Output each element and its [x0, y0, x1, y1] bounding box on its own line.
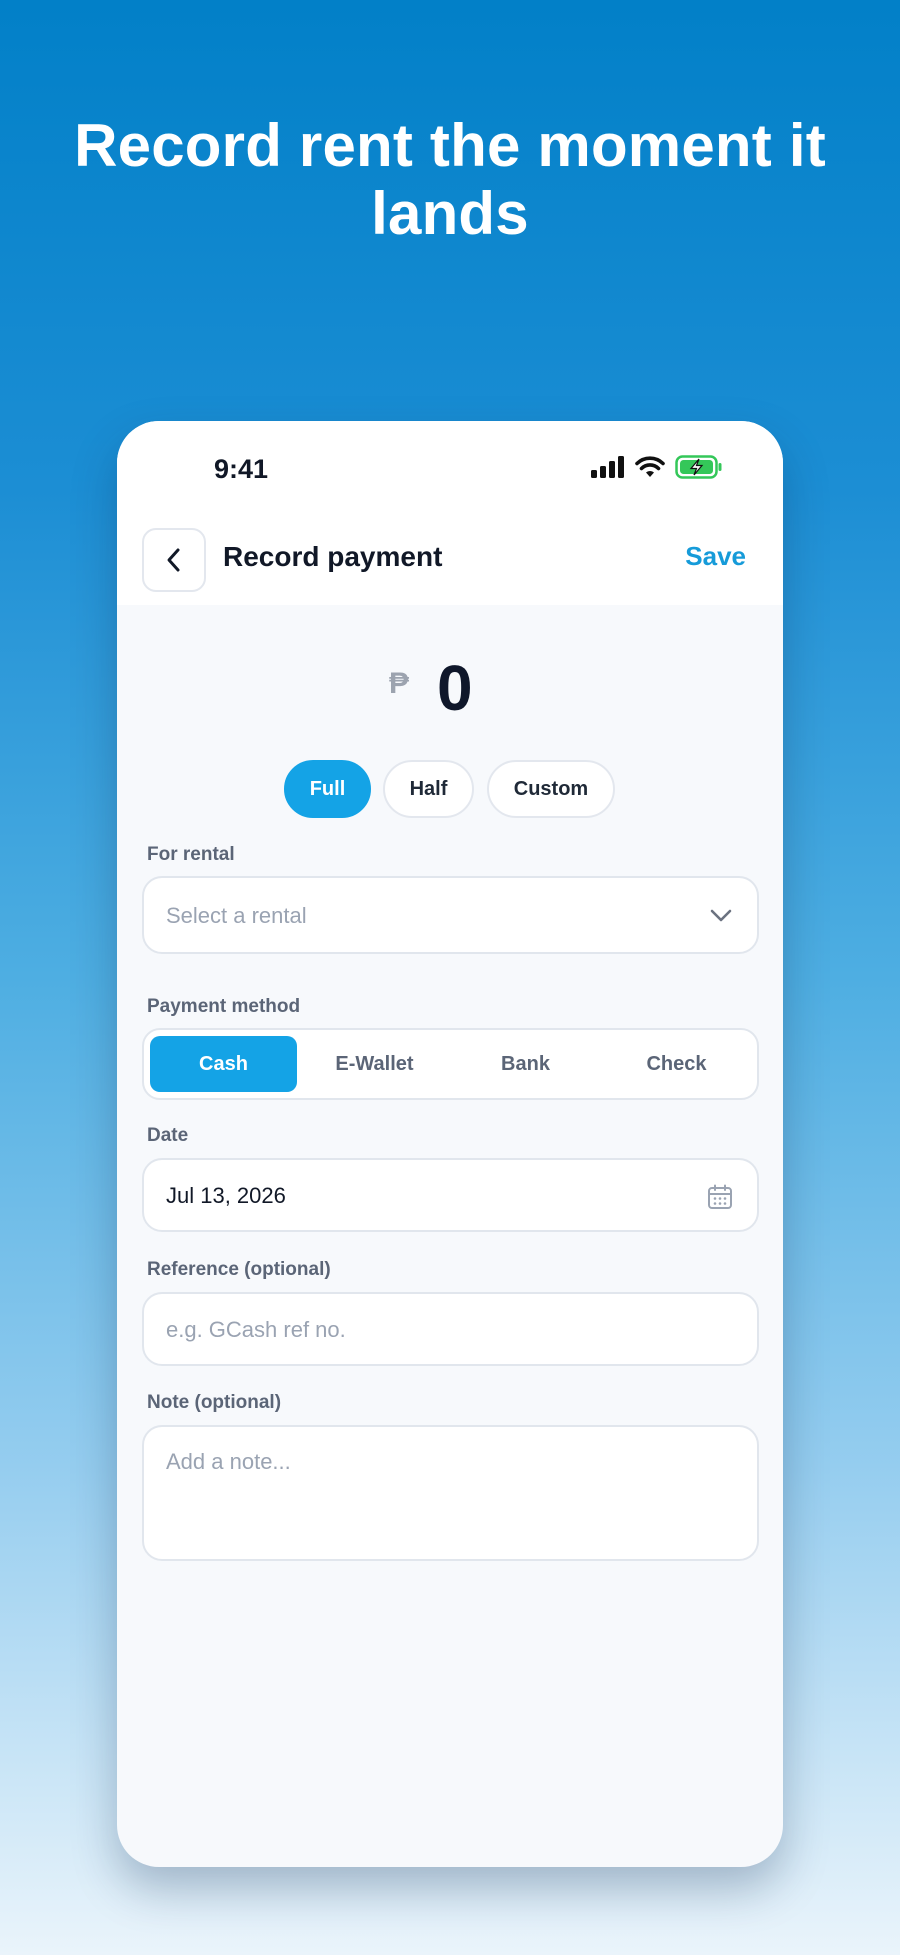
phone-frame: 9:41 Record payment Save ₱ 0 Full Half C… — [117, 421, 783, 1867]
payment-method-check[interactable]: Check — [603, 1036, 750, 1092]
date-value: Jul 13, 2026 — [166, 1183, 286, 1208]
rental-label: For rental — [147, 844, 235, 865]
payment-method-label: Payment method — [147, 996, 301, 1017]
page-title: Record payment — [223, 541, 443, 572]
chevron-down-icon — [710, 909, 732, 922]
reference-placeholder: e.g. GCash ref no. — [166, 1317, 346, 1342]
back-button[interactable] — [142, 528, 206, 592]
preset-full-chip[interactable]: Full — [284, 760, 371, 818]
save-button[interactable]: Save — [685, 541, 746, 572]
wifi-icon — [635, 456, 665, 477]
payment-method-ewallet[interactable]: E-Wallet — [301, 1036, 448, 1092]
preset-custom-chip[interactable]: Custom — [487, 760, 615, 818]
payment-method-bank[interactable]: Bank — [452, 1036, 599, 1092]
rental-select[interactable]: Select a rental — [142, 876, 759, 954]
headline: Record rent the moment it lands — [74, 112, 826, 247]
battery-charging-icon — [675, 455, 722, 479]
amount-presets: Full Half Custom — [117, 760, 783, 818]
calendar-icon — [708, 1184, 732, 1209]
note-textarea[interactable]: Add a note... — [142, 1425, 759, 1561]
reference-input[interactable]: e.g. GCash ref no. — [142, 1292, 759, 1366]
amount-input[interactable]: 0 — [437, 656, 473, 720]
signal-icon — [591, 456, 624, 478]
payment-method-segmented: Cash E-Wallet Bank Check — [142, 1028, 759, 1100]
status-time: 9:41 — [214, 454, 269, 484]
chevron-left-icon — [167, 548, 180, 572]
preset-half-chip[interactable]: Half — [383, 760, 474, 818]
note-label: Note (optional) — [147, 1392, 282, 1413]
currency-symbol: ₱ — [389, 667, 410, 700]
reference-label: Reference (optional) — [147, 1259, 331, 1280]
note-placeholder: Add a note... — [166, 1449, 291, 1474]
rental-select-placeholder: Select a rental — [166, 903, 307, 928]
status-icons — [591, 455, 723, 479]
date-field[interactable]: Jul 13, 2026 — [142, 1158, 759, 1232]
date-label: Date — [147, 1125, 189, 1146]
top-bar: 9:41 Record payment Save — [117, 421, 783, 605]
payment-method-cash[interactable]: Cash — [150, 1036, 297, 1092]
